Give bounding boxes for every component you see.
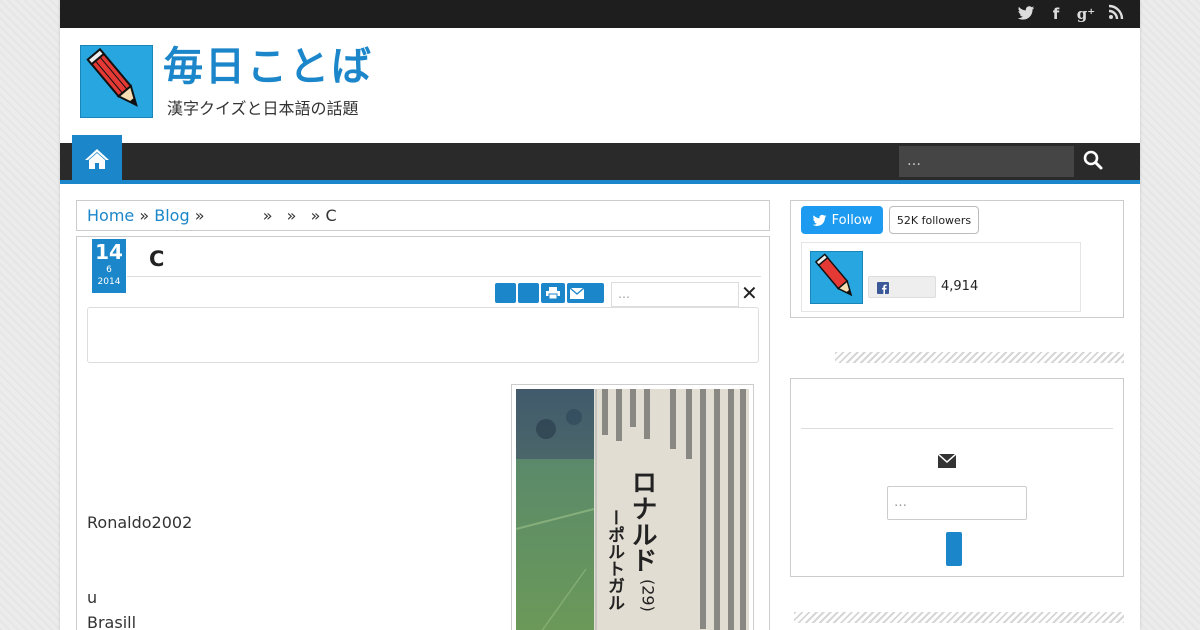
site-title[interactable]: 毎日ことば [163, 40, 373, 94]
share-buttons [495, 283, 604, 303]
body-paragraph: Brasill [87, 613, 137, 630]
divider [127, 276, 761, 277]
share-facebook-button[interactable] [518, 283, 539, 303]
site-description: 漢字クイズと日本語の話題 [167, 99, 359, 118]
facebook-like-count: 4,914 [941, 279, 979, 294]
article: 14 6 2014 C … ✕ ロナルド (29) ーポルトガル Ronaldo… [76, 236, 770, 630]
share-twitter-button[interactable] [495, 283, 516, 303]
facebook-icon[interactable]: f [1046, 4, 1066, 24]
facebook-page-box: 4,914 [801, 242, 1081, 312]
home-icon [85, 149, 109, 169]
breadcrumb: Home » Blog » » » » C [76, 200, 770, 231]
facebook-like-button[interactable] [868, 276, 936, 298]
breadcrumb-current: C [325, 206, 337, 225]
body-paragraph: Ronaldo2002 [87, 513, 193, 532]
post-date-month: 6 [106, 265, 112, 275]
email-field[interactable]: … [887, 486, 1027, 520]
rss-icon[interactable] [1106, 4, 1126, 24]
google-plus-icon[interactable]: g⁺ [1076, 4, 1096, 24]
print-icon [546, 287, 560, 299]
twitter-bird-icon [812, 214, 826, 226]
close-icon[interactable]: ✕ [741, 281, 758, 305]
main-nav: … [60, 135, 1140, 184]
envelope-icon [937, 453, 957, 469]
breadcrumb-blog-link[interactable]: Blog [154, 206, 189, 225]
widget-title-stripe [794, 612, 1124, 623]
subscribe-button[interactable] [946, 532, 962, 566]
newspaper-photo[interactable]: ロナルド (29) ーポルトガル [516, 389, 749, 630]
nav-search-input[interactable]: … [899, 146, 1074, 177]
photo-country: ーポルトガル [604, 509, 625, 611]
divider [801, 428, 1113, 429]
email-share-button[interactable] [567, 283, 604, 303]
notice-box [87, 307, 759, 363]
breadcrumb-separator: » [310, 206, 321, 225]
newspaper-photo-frame: ロナルド (29) ーポルトガル [511, 384, 754, 630]
twitter-follow-button[interactable]: Follow [801, 206, 883, 234]
facebook-icon [877, 282, 889, 294]
twitter-icon[interactable] [1016, 4, 1036, 24]
facebook-page-avatar[interactable] [810, 251, 863, 304]
breadcrumb-separator: » [286, 206, 297, 225]
site-logo[interactable] [80, 45, 153, 118]
social-widget: Follow 52K followers 4,914 [790, 200, 1124, 318]
top-bar: f g⁺ [60, 0, 1140, 28]
post-date-year: 2014 [97, 277, 121, 287]
email-subscribe-widget: … [790, 378, 1124, 577]
breadcrumb-separator: » [139, 206, 150, 225]
breadcrumb-separator: » [262, 206, 273, 225]
body-paragraph: u [87, 588, 98, 607]
photo-headline: ロナルド [627, 469, 657, 573]
page-wrapper: f g⁺ 毎日ことば 漢字クイズと日本語の話題 … Home » Blog » … [60, 0, 1140, 630]
print-button[interactable] [541, 283, 565, 303]
breadcrumb-home-link[interactable]: Home [87, 206, 134, 225]
followers-count: 52K followers [889, 206, 979, 234]
photo-age: (29) [639, 579, 658, 612]
widget-title-stripe [835, 352, 1124, 363]
envelope-icon [570, 287, 584, 299]
post-title: C [149, 247, 165, 271]
post-date-badge: 14 6 2014 [92, 239, 126, 293]
social-links: f g⁺ [1016, 4, 1126, 24]
search-icon[interactable] [1082, 149, 1106, 173]
post-search-input[interactable]: … [611, 282, 739, 307]
follow-label: Follow [831, 212, 873, 228]
breadcrumb-separator: » [194, 206, 205, 225]
home-button[interactable] [72, 135, 122, 183]
post-date-day: 14 [95, 240, 123, 264]
